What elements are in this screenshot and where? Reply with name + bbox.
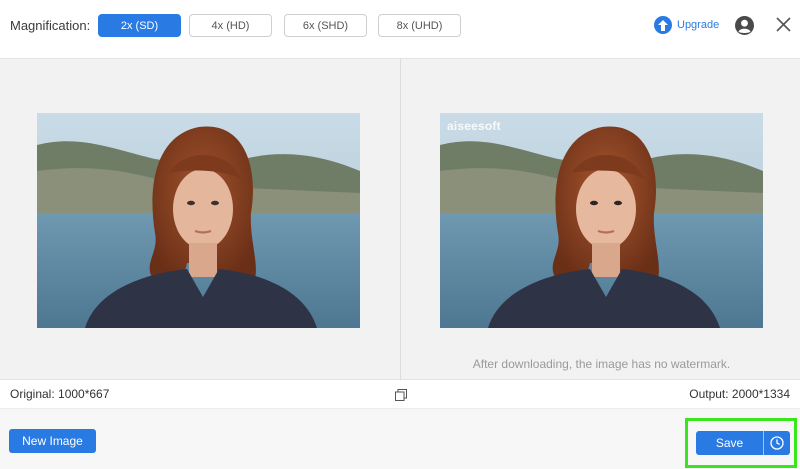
top-bar: Magnification: 2x (SD) 4x (HD) 6x (SHD) … (0, 0, 800, 58)
bottom-bar: New Image Save (0, 408, 800, 469)
upgrade-label: Upgrade (677, 19, 720, 31)
compare-icon[interactable] (395, 388, 407, 401)
clock-icon[interactable] (764, 431, 790, 455)
original-image (37, 113, 360, 328)
user-avatar-icon[interactable] (735, 16, 754, 35)
magnification-2x-button[interactable]: 2x (SD) (98, 14, 181, 37)
close-icon[interactable] (775, 16, 792, 33)
preview-divider (400, 59, 401, 381)
magnification-8x-button[interactable]: 8x (UHD) (378, 14, 461, 37)
info-bar: Original: 1000*667 Output: 2000*1334 (0, 380, 800, 408)
save-button-group: Save (696, 431, 790, 455)
output-size: Output: 2000*1334 (689, 387, 790, 401)
watermark-note: After downloading, the image has no wate… (472, 357, 731, 371)
upgrade-link[interactable]: Upgrade (654, 16, 719, 34)
magnification-label: Magnification: (10, 18, 91, 33)
magnification-4x-button[interactable]: 4x (HD) (189, 14, 272, 37)
magnification-6x-button[interactable]: 6x (SHD) (284, 14, 367, 37)
new-image-button[interactable]: New Image (9, 429, 96, 453)
save-button[interactable]: Save (696, 431, 764, 455)
save-highlight: Save (685, 418, 797, 468)
watermark-text: aiseesoft (447, 119, 501, 133)
preview-area: aiseesoft After downloading, the image h… (0, 58, 800, 381)
arrow-up-circle-icon (654, 16, 672, 34)
output-image: aiseesoft (440, 113, 763, 328)
original-size: Original: 1000*667 (10, 387, 110, 401)
